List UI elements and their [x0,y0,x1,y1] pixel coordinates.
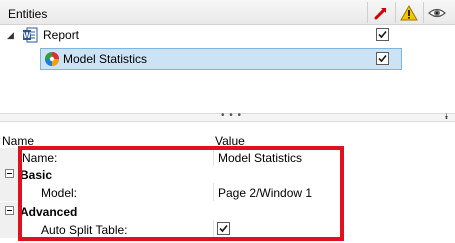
splitter-grip: • • • [221,110,243,121]
model-statistics-visibility-checkbox[interactable] [376,52,389,65]
panel-splitter[interactable]: • • • ⯯ [0,110,455,122]
column-divider [213,148,214,166]
category-advanced[interactable]: Advanced [0,202,455,220]
column-divider [213,183,214,201]
property-label-name: Name: [22,151,58,165]
row-gutter [0,148,18,166]
collapse-advanced-icon[interactable] [5,206,14,215]
collapse-panel-icon[interactable]: ⯯ [444,112,449,122]
warning-icon [399,4,418,20]
tree-item-model-statistics-label: Model Statistics [63,52,148,66]
property-row-auto-split-table[interactable]: Auto Split Table: [0,220,455,238]
checkmark-icon [378,30,387,39]
auto-split-table-checkbox[interactable] [217,222,230,235]
row-gutter [0,183,18,201]
property-label-model: Model: [41,186,78,200]
property-value-name[interactable]: Model Statistics [218,151,302,165]
collapse-basic-icon[interactable] [5,169,14,178]
model-statistics-icon [45,52,59,66]
column-divider [213,220,214,238]
expand-arrow-icon[interactable]: ◢ [7,30,14,41]
pin-red-icon [374,7,386,19]
checkmark-icon [219,224,228,233]
category-basic-label: Basic [20,168,53,182]
property-label-auto-split-table: Auto Split Table: [41,223,128,237]
property-grid-header: Name Value [0,134,455,148]
report-visibility-checkbox[interactable] [376,28,389,41]
category-advanced-label: Advanced [20,205,78,219]
property-row-model[interactable]: Model: Page 2/Window 1 [0,183,455,201]
warning-button[interactable] [395,2,421,23]
tree-item-report[interactable]: ◢ W Report [0,24,455,46]
entities-title: Entities [8,7,48,21]
row-gutter [0,220,18,238]
property-row-name[interactable]: Name: Model Statistics [0,148,455,166]
tree-item-report-label: Report [43,28,80,42]
property-value-model[interactable]: Page 2/Window 1 [218,186,312,200]
tree-item-model-statistics[interactable]: Model Statistics [0,48,455,70]
column-header-value: Value [215,134,245,148]
entities-header: Entities [0,0,455,25]
column-header-name: Name [2,134,35,148]
svg-text:W: W [23,31,31,40]
checkmark-icon [378,54,387,63]
category-basic[interactable]: Basic [0,165,455,183]
visibility-button[interactable] [423,2,449,23]
eye-icon [427,8,446,17]
pin-red-button[interactable] [367,2,393,23]
word-document-icon: W [23,27,38,43]
